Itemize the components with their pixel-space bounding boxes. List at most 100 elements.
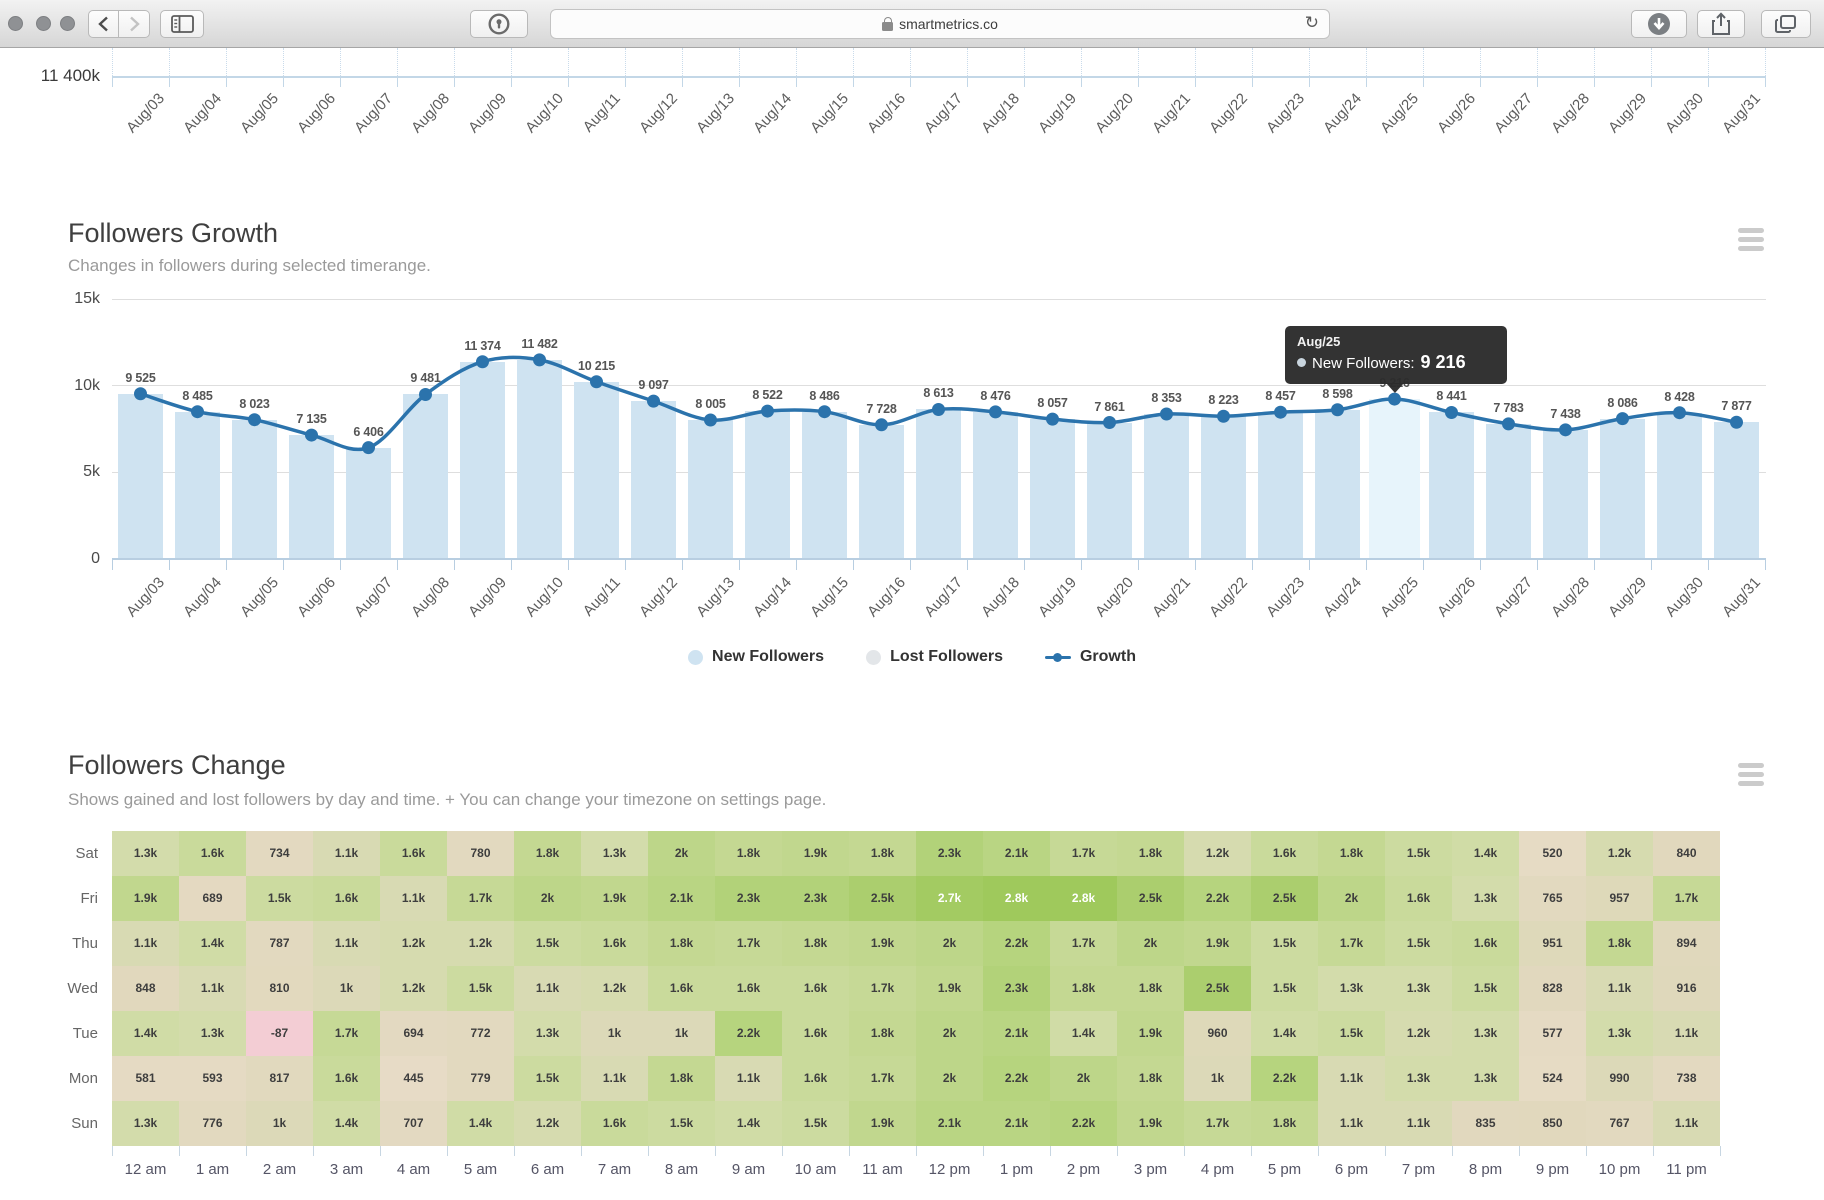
heatmap-cell[interactable]: 1k [1184, 1056, 1251, 1101]
heatmap-cell[interactable]: 1.5k [246, 876, 313, 921]
heatmap-cell[interactable]: 1.1k [112, 921, 179, 966]
forward-button[interactable] [119, 10, 150, 38]
heatmap-cell[interactable]: 1.5k [648, 1101, 715, 1146]
heatmap-cell[interactable]: 524 [1519, 1056, 1586, 1101]
heatmap-cell[interactable]: 2.8k [983, 876, 1050, 921]
heatmap-cell[interactable]: 1.5k [1385, 831, 1452, 876]
heatmap-cell[interactable]: 1.8k [849, 831, 916, 876]
bar-new-followers[interactable] [688, 420, 733, 558]
heatmap-cell[interactable]: 810 [246, 966, 313, 1011]
bar-new-followers[interactable] [460, 362, 505, 559]
heatmap-cell[interactable]: 1.9k [1117, 1101, 1184, 1146]
heatmap-cell[interactable]: 1.1k [1586, 966, 1653, 1011]
heatmap-cell[interactable]: 817 [246, 1056, 313, 1101]
heatmap-cell[interactable]: 1.7k [1653, 876, 1720, 921]
heatmap-cell[interactable]: 1.1k [380, 876, 447, 921]
heatmap-cell[interactable]: 1.1k [1318, 1101, 1385, 1146]
heatmap-cell[interactable]: 1.6k [1385, 876, 1452, 921]
heatmap-cell[interactable]: 1.1k [313, 831, 380, 876]
bar-new-followers[interactable] [1030, 419, 1075, 558]
heatmap-cell[interactable]: 2.3k [715, 876, 782, 921]
heatmap-cell[interactable]: 581 [112, 1056, 179, 1101]
heatmap-cell[interactable]: 1.8k [1117, 1056, 1184, 1101]
heatmap-cell[interactable]: 1.8k [1318, 831, 1385, 876]
bar-new-followers[interactable] [1600, 419, 1645, 559]
heatmap-cell[interactable]: 1.4k [715, 1101, 782, 1146]
heatmap-cell[interactable]: 1.1k [581, 1056, 648, 1101]
heatmap-cell[interactable]: 1.8k [1050, 966, 1117, 1011]
heatmap-cell[interactable]: 1.6k [1452, 921, 1519, 966]
heatmap-cell[interactable]: 2k [916, 1056, 983, 1101]
heatmap-cell[interactable]: 1k [581, 1011, 648, 1056]
heatmap-cell[interactable]: 1.5k [1251, 966, 1318, 1011]
heatmap-cell[interactable]: 1.2k [581, 966, 648, 1011]
heatmap-cell[interactable]: 776 [179, 1101, 246, 1146]
heatmap-cell[interactable]: 1.8k [648, 921, 715, 966]
heatmap-cell[interactable]: 1.2k [447, 921, 514, 966]
bar-new-followers[interactable] [1315, 410, 1360, 559]
heatmap-cell[interactable]: 1.6k [782, 1056, 849, 1101]
heatmap-cell[interactable]: 1.4k [313, 1101, 380, 1146]
heatmap-cell[interactable]: 2.2k [1050, 1101, 1117, 1146]
heatmap-cell[interactable]: 734 [246, 831, 313, 876]
heatmap-cell[interactable]: 1.8k [514, 831, 581, 876]
bar-new-followers[interactable] [631, 401, 676, 558]
heatmap-cell[interactable]: 1.9k [782, 831, 849, 876]
heatmap-cell[interactable]: 738 [1653, 1056, 1720, 1101]
heatmap-cell[interactable]: 1.1k [514, 966, 581, 1011]
heatmap-cell[interactable]: 1k [246, 1101, 313, 1146]
heatmap-cell[interactable]: 767 [1586, 1101, 1653, 1146]
heatmap-cell[interactable]: 1.5k [1318, 1011, 1385, 1056]
bar-new-followers[interactable] [118, 394, 163, 559]
heatmap-cell[interactable]: 951 [1519, 921, 1586, 966]
heatmap-cell[interactable]: 1.7k [1050, 831, 1117, 876]
heatmap-cell[interactable]: 1.5k [1385, 921, 1452, 966]
bar-new-followers[interactable] [802, 412, 847, 559]
extension-button[interactable] [470, 10, 528, 38]
heatmap-cell[interactable]: 850 [1519, 1101, 1586, 1146]
heatmap-cell[interactable]: 1.3k [1452, 1011, 1519, 1056]
heatmap-cell[interactable]: 1.8k [782, 921, 849, 966]
heatmap-cell[interactable]: 1.3k [179, 1011, 246, 1056]
heatmap-cell[interactable]: 848 [112, 966, 179, 1011]
heatmap-cell[interactable]: 2.3k [983, 966, 1050, 1011]
heatmap-cell[interactable]: 2.1k [916, 1101, 983, 1146]
bar-new-followers[interactable] [1201, 416, 1246, 558]
heatmap-cell[interactable]: 765 [1519, 876, 1586, 921]
heatmap-cell[interactable]: 2.5k [1117, 876, 1184, 921]
heatmap-cell[interactable]: 1.5k [447, 966, 514, 1011]
heatmap-cell[interactable]: -87 [246, 1011, 313, 1056]
heatmap-cell[interactable]: 1.5k [782, 1101, 849, 1146]
heatmap-cell[interactable]: 894 [1653, 921, 1720, 966]
heatmap-cell[interactable]: 1.8k [1586, 921, 1653, 966]
heatmap-cell[interactable]: 577 [1519, 1011, 1586, 1056]
heatmap-cell[interactable]: 694 [380, 1011, 447, 1056]
heatmap-cell[interactable]: 1.7k [849, 1056, 916, 1101]
heatmap-cell[interactable]: 2.2k [983, 921, 1050, 966]
reload-button[interactable]: ↻ [1305, 13, 1319, 33]
heatmap-cell[interactable]: 1.3k [1586, 1011, 1653, 1056]
url-field[interactable]: smartmetrics.co ↻ [550, 9, 1330, 39]
back-button[interactable] [88, 10, 119, 38]
heatmap-cell[interactable]: 1.7k [1318, 921, 1385, 966]
heatmap-cell[interactable]: 1.1k [1385, 1101, 1452, 1146]
bar-new-followers[interactable] [745, 411, 790, 558]
heatmap-cell[interactable]: 1k [313, 966, 380, 1011]
heatmap-cell[interactable]: 1.5k [1452, 966, 1519, 1011]
heatmap-cell[interactable]: 780 [447, 831, 514, 876]
heatmap-cell[interactable]: 2.5k [1251, 876, 1318, 921]
heatmap-cell[interactable]: 1.7k [715, 921, 782, 966]
heatmap-cell[interactable]: 957 [1586, 876, 1653, 921]
heatmap-cell[interactable]: 1.6k [782, 1011, 849, 1056]
bar-new-followers[interactable] [403, 394, 448, 558]
legend-item-lost-followers[interactable]: Lost Followers [866, 648, 1003, 666]
heatmap-cell[interactable]: 1.3k [581, 831, 648, 876]
heatmap-cell[interactable]: 1.4k [1050, 1011, 1117, 1056]
heatmap-cell[interactable]: 2.1k [983, 1101, 1050, 1146]
heatmap-cell[interactable]: 1.3k [1452, 1056, 1519, 1101]
heatmap-cell[interactable]: 1.8k [1251, 1101, 1318, 1146]
sidebar-toggle-button[interactable] [160, 10, 204, 38]
heatmap-cell[interactable]: 1.9k [916, 966, 983, 1011]
bar-new-followers[interactable] [1087, 423, 1132, 559]
heatmap-cell[interactable]: 2.1k [983, 1011, 1050, 1056]
